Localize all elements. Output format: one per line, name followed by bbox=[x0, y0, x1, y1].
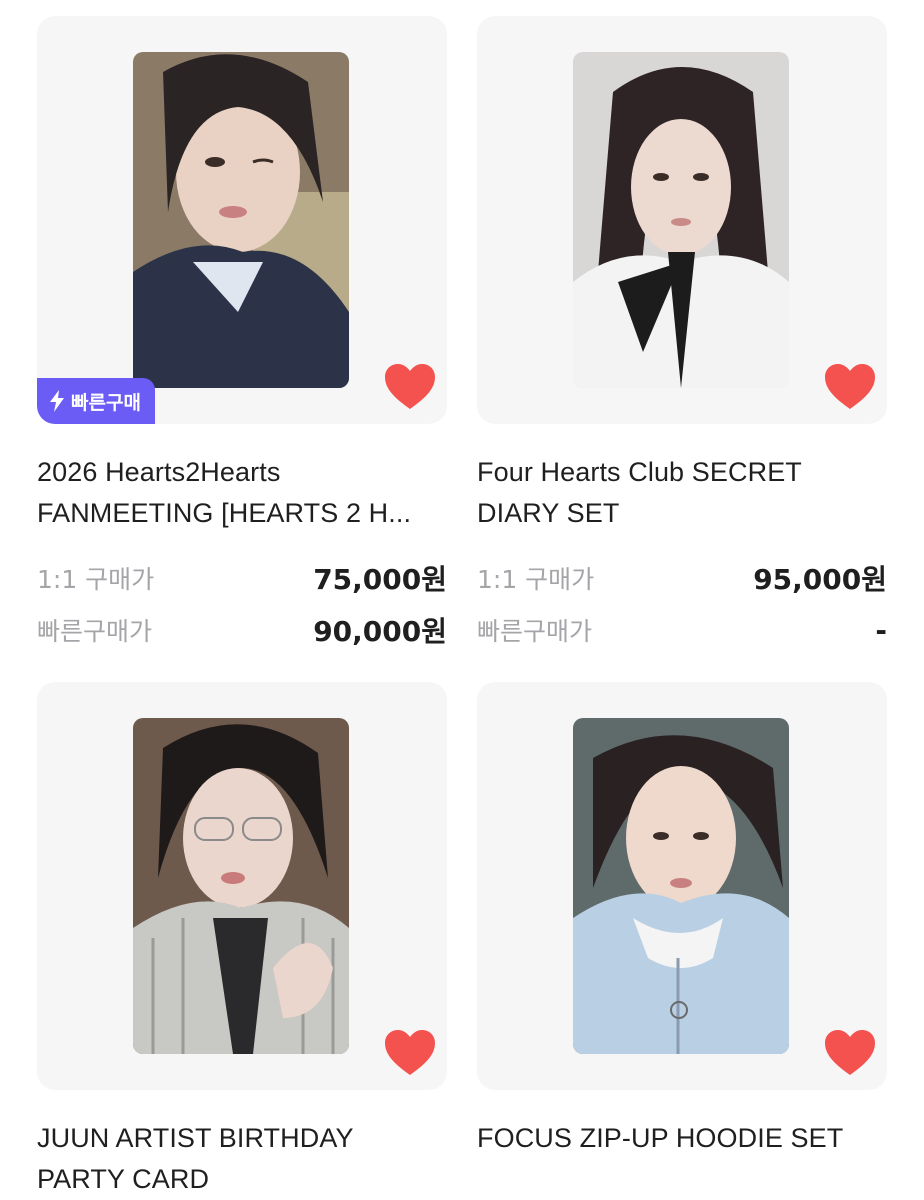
heart-icon[interactable] bbox=[823, 1028, 877, 1078]
price-fast-label: 빠른구매가 bbox=[37, 617, 153, 646]
product-card[interactable]: 빠른구매 2026 Hearts2Hearts FANMEETING [HEAR… bbox=[37, 16, 447, 656]
product-thumbnail[interactable] bbox=[477, 16, 887, 424]
price-1to1-value: 95,000원 bbox=[753, 563, 887, 596]
heart-icon[interactable] bbox=[383, 362, 437, 412]
product-thumbnail[interactable] bbox=[37, 682, 447, 1090]
product-thumbnail[interactable] bbox=[477, 682, 887, 1090]
price-fast-value: 90,000원 bbox=[313, 615, 447, 648]
product-title[interactable]: Four Hearts Club SECRET DIARY SET bbox=[477, 452, 887, 534]
lightning-icon bbox=[50, 390, 64, 412]
price-row-fast: 빠른구매가 90,000원 bbox=[37, 604, 447, 656]
product-card[interactable]: Four Hearts Club SECRET DIARY SET 1:1 구매… bbox=[477, 16, 887, 656]
price-section: 1:1 구매가 95,000원 빠른구매가 - bbox=[477, 552, 887, 656]
price-row-1to1: 1:1 구매가 95,000원 bbox=[477, 552, 887, 604]
product-title[interactable]: 2026 Hearts2Hearts FANMEETING [HEARTS 2 … bbox=[37, 452, 447, 534]
price-1to1-value: 75,000원 bbox=[313, 563, 447, 596]
product-title-line: FANMEETING [HEARTS 2 H... bbox=[37, 498, 412, 528]
fast-purchase-badge-label: 빠른구매 bbox=[71, 391, 141, 414]
price-row-1to1: 1:1 구매가 75,000원 bbox=[37, 552, 447, 604]
photocard-image bbox=[573, 718, 789, 1054]
product-thumbnail[interactable]: 빠른구매 bbox=[37, 16, 447, 424]
heart-icon[interactable] bbox=[823, 362, 877, 412]
product-card[interactable]: JUUN ARTIST BIRTHDAY PARTY CARD bbox=[37, 682, 447, 1200]
product-title-line: DIARY SET bbox=[477, 498, 620, 528]
product-title[interactable]: FOCUS ZIP-UP HOODIE SET bbox=[477, 1118, 887, 1200]
fast-purchase-badge: 빠른구매 bbox=[37, 378, 155, 424]
price-fast-label: 빠른구매가 bbox=[477, 617, 593, 646]
product-title-line: PARTY CARD bbox=[37, 1164, 210, 1194]
product-title-line: FOCUS ZIP-UP HOODIE SET bbox=[477, 1123, 844, 1153]
product-grid: 빠른구매 2026 Hearts2Hearts FANMEETING [HEAR… bbox=[0, 0, 924, 1200]
product-card[interactable]: FOCUS ZIP-UP HOODIE SET bbox=[477, 682, 887, 1200]
product-title-line: Four Hearts Club SECRET bbox=[477, 457, 802, 487]
price-section: 1:1 구매가 75,000원 빠른구매가 90,000원 bbox=[37, 552, 447, 656]
price-fast-value: - bbox=[875, 613, 887, 647]
price-row-fast: 빠른구매가 - bbox=[477, 604, 887, 656]
product-title[interactable]: JUUN ARTIST BIRTHDAY PARTY CARD bbox=[37, 1118, 447, 1200]
photocard-image bbox=[133, 52, 349, 388]
product-title-line: JUUN ARTIST BIRTHDAY bbox=[37, 1123, 354, 1153]
product-title-line: 2026 Hearts2Hearts bbox=[37, 457, 281, 487]
price-1to1-label: 1:1 구매가 bbox=[477, 565, 595, 594]
photocard-image bbox=[133, 718, 349, 1054]
photocard-image bbox=[573, 52, 789, 388]
heart-icon[interactable] bbox=[383, 1028, 437, 1078]
price-1to1-label: 1:1 구매가 bbox=[37, 565, 155, 594]
